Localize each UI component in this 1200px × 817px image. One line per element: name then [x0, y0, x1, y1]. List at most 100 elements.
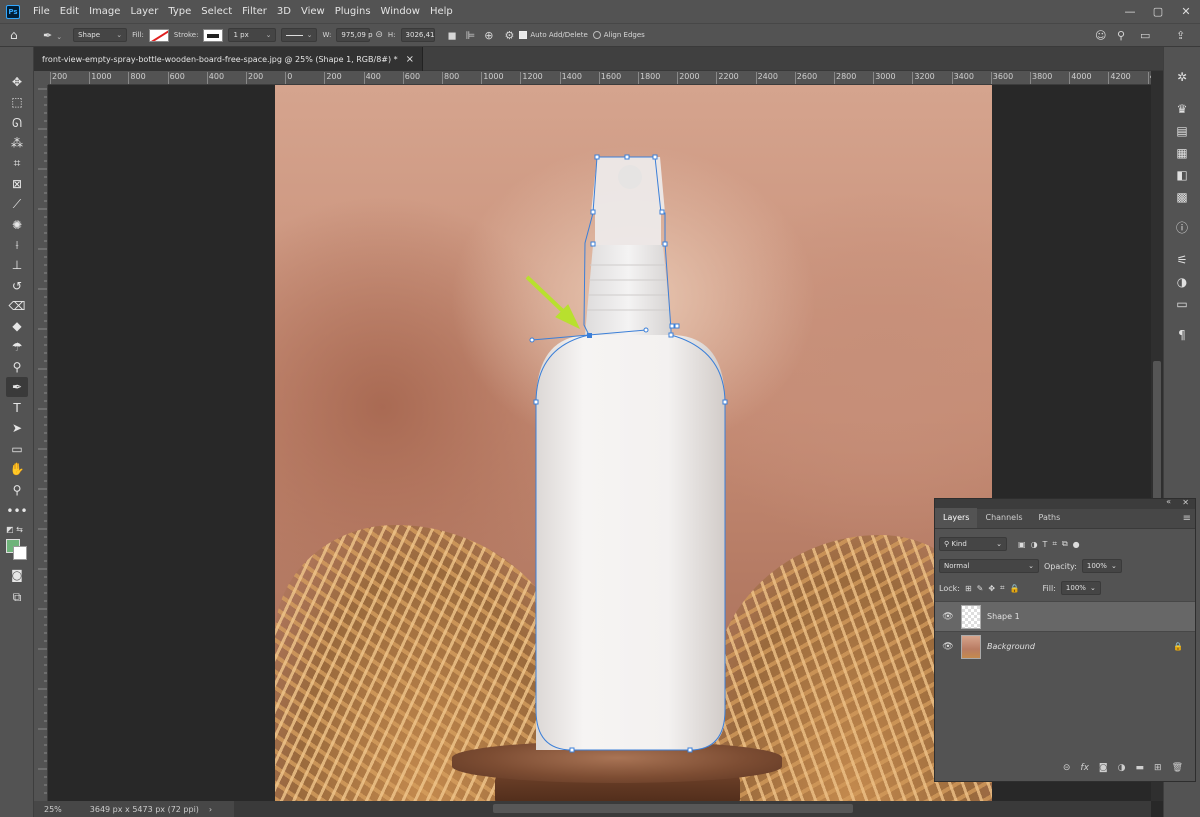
visibility-eye-icon[interactable]: 👁 — [941, 642, 955, 652]
path-alignment-icon[interactable]: ⊫ — [466, 29, 476, 42]
workspace-icon[interactable]: ▭ — [1140, 29, 1150, 42]
filter-shape-icon[interactable]: ⌗ — [1052, 539, 1057, 549]
tab-channels[interactable]: Channels — [977, 508, 1030, 528]
panel-menu-icon[interactable]: ≡ — [1183, 513, 1191, 524]
info-icon[interactable]: ⓘ — [1172, 217, 1192, 237]
opacity-field[interactable]: 100% ⌄ — [1081, 559, 1122, 573]
tab-paths[interactable]: Paths — [1031, 508, 1069, 528]
filter-smart-object-icon[interactable]: ⧉ — [1062, 539, 1068, 549]
menu-help[interactable]: Help — [425, 6, 458, 17]
color-grid-icon[interactable]: ▩ — [1172, 187, 1192, 207]
menu-window[interactable]: Window — [376, 6, 425, 17]
document-tab[interactable]: front-view-empty-spray-bottle-wooden-boa… — [34, 47, 424, 71]
screen-mode-icon[interactable]: ⧉ — [6, 587, 28, 607]
menu-3d[interactable]: 3D — [272, 6, 296, 17]
width-field[interactable]: 975,09 p — [336, 28, 373, 42]
filter-toggle-icon[interactable]: ● — [1073, 540, 1080, 549]
fill-field[interactable]: 100% ⌄ — [1060, 581, 1101, 595]
pen-tool-icon[interactable]: ✒ — [6, 377, 28, 397]
menu-image[interactable]: Image — [84, 6, 125, 17]
horizontal-scroll-thumb[interactable] — [493, 804, 853, 813]
stroke-swatch[interactable] — [203, 28, 224, 42]
document-size[interactable]: 3649 px x 5473 px (72 ppi) — [90, 805, 199, 814]
menu-layer[interactable]: Layer — [125, 6, 163, 17]
blend-mode-select[interactable]: Normal ⌄ — [939, 559, 1039, 573]
user-icon[interactable]: ☺ — [1095, 29, 1106, 42]
gear-icon[interactable]: ⚙ — [504, 29, 514, 42]
layer-row-shape-1[interactable]: 👁 Shape 1 — [935, 601, 1195, 631]
close-button[interactable]: ✕ — [1172, 0, 1200, 23]
menu-plugins[interactable]: Plugins — [330, 6, 376, 17]
adjustments-icon[interactable]: ◑ — [1172, 272, 1192, 292]
lock-transparent-icon[interactable]: ⊞ — [965, 584, 972, 593]
layer-name[interactable]: Background — [987, 642, 1035, 651]
frame-tool-icon[interactable]: ⊠ — [6, 174, 28, 194]
menu-select[interactable]: Select — [196, 6, 237, 17]
background-color-swatch[interactable] — [13, 546, 27, 560]
fill-swatch[interactable] — [148, 28, 169, 42]
healing-brush-tool-icon[interactable]: ✺ — [6, 215, 28, 235]
learn-icon[interactable]: ✲ — [1172, 67, 1192, 87]
lock-artboard-icon[interactable]: ⌗ — [1000, 583, 1005, 593]
crop-tool-icon[interactable]: ⌗ — [6, 153, 28, 173]
zoom-level[interactable]: 25% — [44, 805, 62, 814]
more-tools-icon[interactable]: ••• — [6, 501, 28, 521]
close-tab-icon[interactable]: × — [406, 54, 414, 65]
filter-type-icon[interactable]: T — [1043, 540, 1048, 549]
fx-icon[interactable]: fx — [1080, 763, 1089, 773]
tab-layers[interactable]: Layers — [935, 508, 978, 528]
link-icon[interactable]: ⊝ — [1063, 763, 1071, 773]
gradients-icon[interactable]: ◧ — [1172, 165, 1192, 185]
stroke-type-select[interactable]: ⌄ — [281, 28, 318, 42]
horizontal-ruler[interactable]: 200 1000 800 600 400 200 0 200 400 600 800 1000 1200… — [48, 71, 1151, 85]
eraser-tool-icon[interactable]: ⌫ — [6, 296, 28, 316]
tool-mode-select[interactable]: Shape ⌄ — [73, 28, 128, 42]
menu-view[interactable]: View — [296, 6, 330, 17]
path-operations-icon[interactable]: ◼ — [448, 29, 457, 42]
mask-icon[interactable]: ◙ — [1099, 763, 1108, 773]
magic-wand-tool-icon[interactable]: ⁂ — [6, 133, 28, 153]
zoom-tool-icon[interactable]: ⚲ — [6, 480, 28, 500]
filter-adjustment-icon[interactable]: ◑ — [1031, 540, 1038, 549]
notes-icon[interactable]: ▭ — [1172, 294, 1192, 314]
lock-position-icon[interactable]: ✥ — [988, 584, 995, 593]
filter-pixel-icon[interactable]: ▣ — [1018, 540, 1026, 549]
visibility-eye-icon[interactable]: 👁 — [941, 612, 955, 622]
marquee-tool-icon[interactable]: ⬚ — [6, 92, 28, 112]
status-menu-icon[interactable]: › — [209, 805, 212, 814]
maximize-button[interactable]: ▢ — [1144, 0, 1172, 23]
menu-filter[interactable]: Filter — [237, 6, 272, 17]
quick-mask-icon[interactable]: ◙ — [6, 565, 28, 585]
pen-tool-preset-icon[interactable]: ✒ ⌄ — [43, 29, 62, 42]
minimize-button[interactable]: — — [1116, 0, 1144, 23]
filter-kind-select[interactable]: ⚲ Kind ⌄ — [939, 537, 1007, 551]
swatches-icon[interactable]: ▤ — [1172, 121, 1192, 141]
lock-all-icon[interactable]: 🔒 — [1010, 584, 1020, 593]
link-dimensions-icon[interactable]: ⊝ — [375, 30, 383, 40]
vertical-ruler[interactable] — [34, 85, 48, 801]
menu-edit[interactable]: Edit — [55, 6, 84, 17]
new-layer-icon[interactable]: ⊞ — [1154, 763, 1162, 773]
folder-icon[interactable]: ▬ — [1136, 763, 1145, 773]
document-image[interactable] — [275, 85, 992, 801]
properties-icon[interactable]: ⚟ — [1172, 250, 1192, 270]
adjustment-icon[interactable]: ◑ — [1118, 763, 1126, 773]
lasso-tool-icon[interactable]: ᘏ — [6, 113, 28, 133]
home-icon[interactable]: ⌂ — [10, 28, 26, 42]
height-field[interactable]: 3026,41 — [400, 28, 435, 42]
menu-file[interactable]: File — [28, 6, 55, 17]
paragraph-icon[interactable]: ¶ — [1172, 325, 1192, 345]
layer-row-background[interactable]: 👁 Background 🔒 — [935, 631, 1195, 661]
swap-colors-icon[interactable]: ◩ ⇆ — [6, 525, 28, 535]
dodge-tool-icon[interactable]: ⚲ — [6, 357, 28, 377]
path-arrangement-icon[interactable]: ⊕ — [484, 29, 493, 42]
paint-bucket-tool-icon[interactable]: ◆ — [6, 316, 28, 336]
clone-stamp-tool-icon[interactable]: ⊥ — [6, 255, 28, 275]
hand-tool-icon[interactable]: ✋ — [6, 459, 28, 479]
share-icon[interactable]: ⇪ — [1176, 29, 1185, 42]
history-brush-tool-icon[interactable]: ↺ — [6, 276, 28, 296]
layer-name[interactable]: Shape 1 — [987, 612, 1020, 621]
stroke-width-field[interactable]: 1 px ⌄ — [228, 28, 277, 42]
patterns-icon[interactable]: ▦ — [1172, 143, 1192, 163]
panel-close-icon[interactable]: ✕ — [1182, 498, 1189, 507]
